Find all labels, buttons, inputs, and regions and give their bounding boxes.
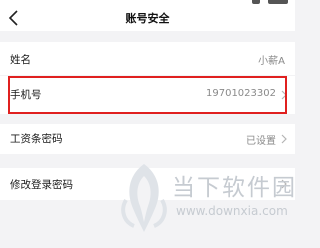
watermark: 当下软件园 www.downxia.com [118, 160, 295, 248]
phone-label: 手机号 [10, 89, 42, 101]
signal-icon [252, 0, 260, 4]
watermark-url: www.downxia.com [176, 204, 288, 218]
phone-value: 19701023302 [206, 88, 276, 99]
payslip-password-status: 已设置 [246, 136, 276, 147]
payslip-password-row[interactable]: 工资条密码 已设置 [0, 124, 295, 154]
phone-row[interactable]: 手机号 19701023302 [0, 76, 295, 114]
name-label: 姓名 [10, 54, 31, 66]
chevron-right-icon [281, 90, 287, 100]
payslip-password-label: 工资条密码 [10, 133, 63, 145]
change-login-password-label: 修改登录密码 [10, 179, 73, 191]
name-value: 小薪A [258, 56, 285, 67]
account-security-screen: 账号安全 姓名 小薪A 手机号 19701023302 工资条密码 已设置 修改… [0, 0, 295, 248]
watermark-title: 当下软件园 [172, 175, 295, 201]
battery-icon [268, 0, 288, 4]
watermark-logo-icon [121, 164, 167, 232]
name-row[interactable]: 姓名 小薪A [0, 42, 295, 75]
page-title: 账号安全 [125, 12, 170, 25]
nav-header: 账号安全 [0, 6, 295, 31]
chevron-right-icon [281, 134, 287, 144]
